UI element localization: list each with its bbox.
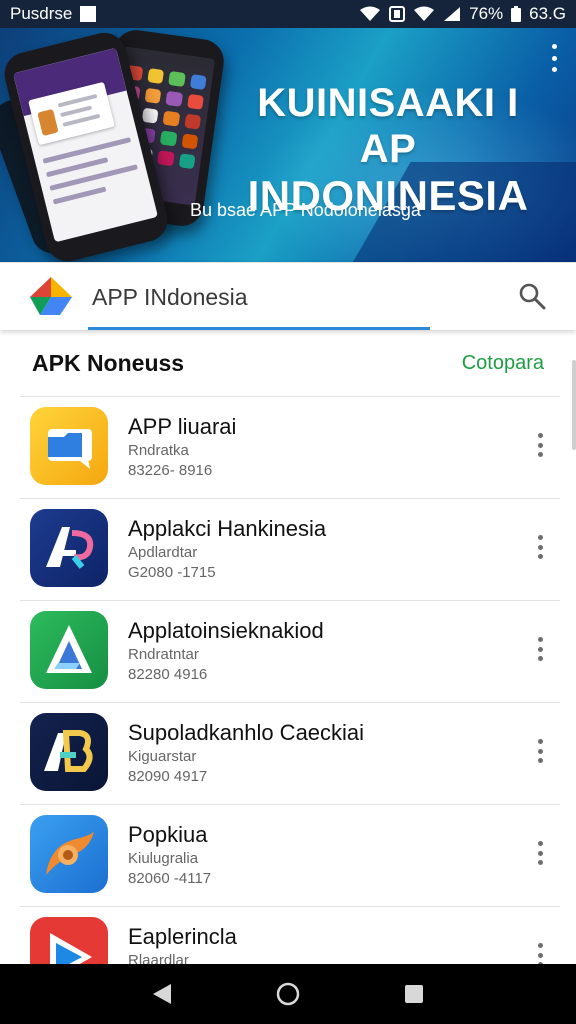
app-size: 82060 -4117 (128, 870, 212, 887)
wifi-icon (360, 6, 381, 21)
app-size: 82280 4916 (128, 666, 208, 683)
list-item[interactable]: Supoladkanhlo Caeckiai Kiguarstar 82090 … (20, 702, 560, 804)
more-vert-icon[interactable] (536, 637, 544, 661)
swirl-logo-icon (30, 815, 108, 893)
banner-title-line1: KUINISAAKI I AP (257, 81, 519, 171)
ap-logo-icon (30, 509, 108, 587)
scrollbar[interactable] (572, 360, 576, 450)
section-title: APK Noneuss (32, 350, 185, 376)
list-item[interactable]: APP liuarai Rndratka 83226- 8916 (20, 396, 560, 498)
app-name: Applakci Hankinesia (128, 516, 327, 541)
app-category: Kiulugralia (128, 850, 199, 867)
more-vert-icon[interactable] (546, 44, 562, 72)
app-name: Popkiua (128, 822, 208, 847)
app-category: Kiguarstar (128, 748, 197, 765)
app-size: G2080 -1715 (128, 564, 216, 581)
banner-subtitle: Bu bsae APP Nodolonelasga (190, 200, 421, 220)
home-circle-icon[interactable] (275, 981, 301, 1007)
ab-logo-icon (30, 713, 108, 791)
navigation-bar (0, 964, 576, 1024)
app-store-logo-icon (30, 277, 72, 315)
app-name: APP liuarai (128, 414, 237, 439)
back-triangle-icon[interactable] (151, 982, 173, 1006)
app-name: Supoladkanhlo Caeckiai (128, 720, 365, 745)
more-vert-icon[interactable] (536, 841, 544, 865)
search-icon[interactable] (518, 282, 546, 310)
folder-chat-icon (30, 407, 108, 485)
recents-square-icon[interactable] (403, 983, 425, 1005)
clock: 63.G (529, 4, 566, 23)
notification-square-icon (80, 6, 97, 22)
app-size: 83226- 8916 (128, 462, 213, 479)
list-item[interactable]: Applakci Hankinesia Apdlardtar G2080 -17… (20, 498, 560, 600)
search-bar[interactable]: APP INdonesia (0, 262, 576, 330)
more-vert-icon[interactable] (536, 739, 544, 763)
list-item[interactable]: Applatoinsieknakiod Rndratntar 82280 491… (20, 600, 560, 702)
triangle-logo-icon (30, 611, 108, 689)
nfc-icon (389, 6, 406, 22)
hero-banner[interactable]: KUINISAAKI I AP INDONINESIA Bu bsae APP … (0, 28, 576, 262)
search-underline (88, 327, 430, 330)
status-bar: Pusdrse 76% 63.G (0, 0, 576, 28)
app-category: Rndratka (128, 442, 189, 459)
list-item[interactable]: Popkiua Kiulugralia 82060 -4117 (20, 804, 560, 906)
banner-title: KUINISAAKI I AP INDONINESIA (238, 80, 538, 220)
more-vert-icon[interactable] (536, 535, 544, 559)
status-left-text: Pusdrse (10, 4, 73, 23)
wifi-signal-icon (414, 6, 435, 21)
app-category: Apdlardtar (128, 544, 198, 561)
app-name: Eaplerincla (128, 924, 237, 949)
app-name: Applatoinsieknakiod (128, 618, 324, 643)
more-vert-icon[interactable] (536, 433, 544, 457)
cell-signal-icon (444, 7, 461, 21)
app-size: 82090 4917 (128, 768, 208, 785)
search-input[interactable]: APP INdonesia (92, 284, 248, 311)
app-list: APP liuarai Rndratka 83226- 8916 Applakc… (20, 396, 560, 1008)
app-category: Rndratntar (128, 646, 199, 663)
battery-icon (511, 6, 522, 22)
section-action-link[interactable]: Cotopara (462, 352, 544, 375)
battery-percent: 76% (469, 4, 504, 23)
